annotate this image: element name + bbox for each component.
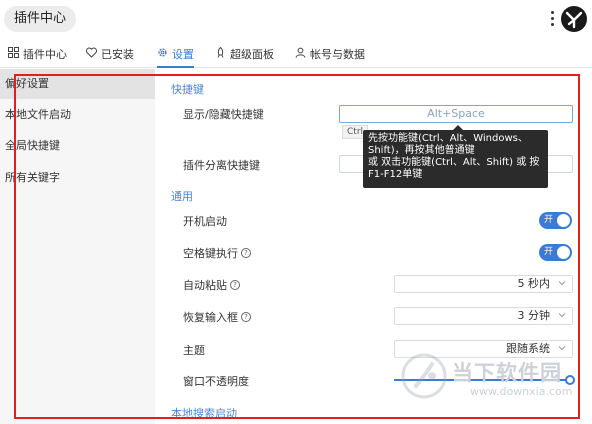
theme-label: 主题 xyxy=(183,344,205,357)
grid-icon xyxy=(8,47,19,58)
autostart-label: 开机启动 xyxy=(183,215,227,228)
general-section-title: 通用 xyxy=(171,190,193,203)
watermark-url: www.downxia.com xyxy=(470,385,573,398)
sidebar-item-local-file-launch[interactable]: 本地文件启动 xyxy=(0,100,155,130)
tab-bar: 插件中心 已安装 设置 超级面板 帐号与数据 xyxy=(0,40,592,68)
autostart-toggle[interactable]: 开 xyxy=(539,212,572,229)
user-icon xyxy=(295,47,306,58)
rocket-icon xyxy=(217,47,224,58)
space-exec-toggle[interactable]: 开 xyxy=(539,244,572,261)
help-icon[interactable]: ? xyxy=(241,248,251,258)
chevron-down-icon xyxy=(558,313,566,318)
toggle-state: 开 xyxy=(544,247,554,257)
sidebar-item-preferences[interactable]: 偏好设置 xyxy=(0,69,155,99)
tooltip-line: 先按功能键(Ctrl、Alt、Windows、 xyxy=(368,133,528,144)
space-exec-row: 空格键执行 ? xyxy=(183,245,251,261)
detach-hotkey-label: 插件分离快捷键 xyxy=(183,159,260,172)
tooltip-line: 或 双击功能键(Ctrl、Alt、Shift) 或 按 xyxy=(368,157,540,168)
tab-label: 帐号与数据 xyxy=(310,48,365,61)
tab-label: 插件中心 xyxy=(23,48,67,61)
app-logo-icon[interactable] xyxy=(560,5,588,33)
tab-account-data[interactable]: 帐号与数据 xyxy=(295,46,365,68)
tab-super-panel[interactable]: 超级面板 xyxy=(215,46,274,68)
restore-input-select[interactable]: 3 分钟 xyxy=(394,307,573,325)
hotkey-tooltip: 先按功能键(Ctrl、Alt、Windows、 Shift)，再按其他普通键 或… xyxy=(363,125,548,188)
more-menu-icon[interactable] xyxy=(551,11,555,27)
help-icon[interactable]: ? xyxy=(230,280,240,290)
watermark-logo-icon xyxy=(401,353,447,399)
watermark-brand: 当下软件园 xyxy=(452,361,562,385)
select-value: 跟随系统 xyxy=(506,342,550,355)
hotkeys-section-title: 快捷键 xyxy=(171,83,204,96)
restore-input-label: 恢复输入框 xyxy=(183,311,238,324)
gear-icon xyxy=(158,48,167,57)
autopaste-select[interactable]: 5 秒内 xyxy=(394,275,573,293)
sidebar-item-all-keywords[interactable]: 所有关键字 xyxy=(0,163,155,193)
tab-label: 已安装 xyxy=(101,48,134,61)
restore-input-row: 恢复输入框 ? xyxy=(183,309,251,325)
select-value: 5 秒内 xyxy=(517,277,551,290)
opacity-slider-handle[interactable] xyxy=(565,375,575,385)
chevron-down-icon xyxy=(558,281,566,286)
tooltip-line: Shift)，再按其他普通键 xyxy=(368,145,475,156)
chevron-down-icon xyxy=(558,346,566,351)
autopaste-row: 自动粘贴 ? xyxy=(183,277,240,293)
help-icon[interactable]: ? xyxy=(241,312,251,322)
autopaste-label: 自动粘贴 xyxy=(183,279,227,292)
show-hide-hotkey-label: 显示/隐藏快捷键 xyxy=(183,108,264,121)
local-search-section-title: 本地搜索启动 xyxy=(171,407,237,420)
sidebar-item-global-hotkeys[interactable]: 全局快捷键 xyxy=(0,131,155,161)
tab-plugin-center[interactable]: 插件中心 xyxy=(8,46,67,68)
settings-sidebar: 偏好设置 本地文件启动 全局快捷键 所有关键字 xyxy=(0,69,155,424)
tab-settings[interactable]: 设置 xyxy=(157,46,194,68)
window-title: 插件中心 xyxy=(4,6,77,32)
toggle-state: 开 xyxy=(544,215,554,225)
select-value: 3 分钟 xyxy=(517,309,551,322)
tab-label: 超级面板 xyxy=(230,48,274,61)
tooltip-line: F1-F12单键 xyxy=(368,169,423,180)
tab-label: 设置 xyxy=(172,48,194,61)
space-exec-label: 空格键执行 xyxy=(183,247,238,260)
opacity-label: 窗口不透明度 xyxy=(183,375,249,388)
show-hide-hotkey-input[interactable]: Alt+Space xyxy=(339,105,573,123)
tab-installed[interactable]: 已安装 xyxy=(86,46,134,68)
heart-icon xyxy=(86,47,97,58)
